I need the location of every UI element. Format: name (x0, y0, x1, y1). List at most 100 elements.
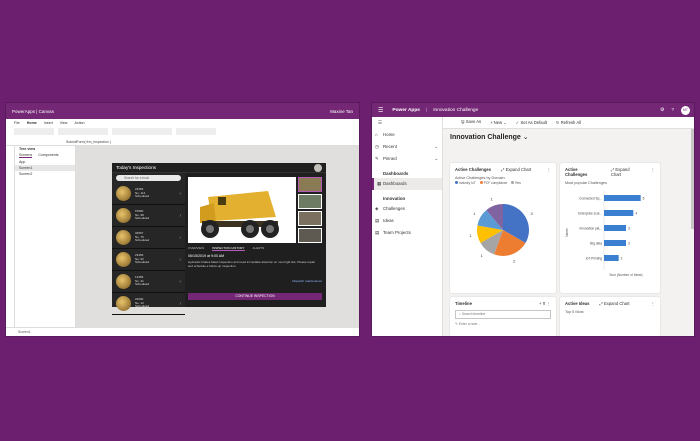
list-item-line2: Scheduled (135, 260, 150, 265)
studio-user[interactable]: Maxine Tan (330, 109, 353, 114)
note-input[interactable]: ✎ Enter a note... (455, 322, 551, 326)
more-icon[interactable]: ⋮ (547, 167, 551, 172)
expand-label: Expand Chart (603, 301, 630, 306)
card-active-challenges-pie: Active Challenges ⤢ Expand Chart ⋮ Activ… (450, 163, 556, 293)
thumbnail[interactable] (298, 177, 322, 192)
bar[interactable] (604, 255, 619, 261)
bar[interactable] (604, 240, 626, 246)
ribbon-group[interactable] (176, 128, 216, 135)
avatar[interactable]: MT (681, 105, 690, 115)
new-button[interactable]: + New ⌄ (490, 120, 507, 125)
tab-components[interactable]: Components (38, 153, 58, 158)
list-item-line2: Scheduled (135, 238, 150, 243)
expand-chart-button[interactable]: ⤢ Expand Chart (501, 167, 531, 172)
nav-recent[interactable]: ◷ Recent ⌄ (372, 141, 442, 153)
hamburger-icon[interactable]: ☰ (372, 117, 442, 129)
card-title: Active Challenges (455, 167, 492, 172)
list-item[interactable]: 23456 No. 114 Scheduled › (112, 183, 185, 205)
list-item[interactable]: 23456 No. 52 Scheduled › (112, 249, 185, 271)
legend-item[interactable]: Res (511, 181, 521, 185)
more-icon[interactable]: ⋮ (651, 167, 655, 177)
refresh-all-button[interactable]: ↻ Refresh All (556, 120, 581, 125)
studio-titlebar: PowerApps | Canvas Maxine Tan (6, 103, 359, 119)
bar-category-label: Innovation pla... (579, 227, 602, 231)
save-as-button[interactable]: 🖫 Save As (461, 119, 481, 126)
more-icon[interactable]: ⋮ (651, 301, 655, 306)
waffle-icon[interactable]: ☰ (378, 107, 383, 114)
list-item[interactable]: 34567 No. 76 Scheduled › (112, 227, 185, 249)
thumbnail-strip (298, 177, 322, 245)
scrollbar[interactable] (691, 129, 694, 229)
search-input[interactable]: Search for a truck (116, 175, 181, 181)
ribbon-group[interactable] (14, 128, 54, 135)
header-icons: ⚙ ? MT (660, 105, 690, 115)
inspection-datetime: 06/15/2019 at 9:00 AM (188, 254, 225, 258)
bar[interactable] (604, 225, 626, 231)
card-header: Active Ideas ⤢ Expand Chart ⋮ (560, 297, 660, 310)
sitemap-nav: ☰ ⌂ Home ◷ Recent ⌄ ✎ Pinned ⌄ Dashboards ▦ Da… (372, 117, 443, 336)
expand-chart-button[interactable]: ⤢ Expand Chart (611, 167, 641, 177)
md-titlebar: ☰ Power Apps | Innovation Challenge ⚙ ? … (372, 103, 694, 117)
nav-home[interactable]: ⌂ Home (372, 129, 442, 141)
tree-item-screen2[interactable]: Screen2 (15, 171, 75, 177)
nav-challenges[interactable]: ◈ Challenges (372, 203, 442, 215)
nav-pinned[interactable]: ✎ Pinned ⌄ (372, 153, 442, 165)
nav-team-projects[interactable]: ▤ Team Projects (372, 227, 442, 239)
help-icon[interactable]: ? (671, 108, 674, 113)
app-name: Innovation Challenge (433, 107, 479, 113)
chevron-right-icon: › (179, 190, 181, 197)
list-item-text: 23456 No. 52 Scheduled (135, 253, 150, 265)
menu-insert[interactable]: Insert (44, 121, 53, 125)
nav-dashboards[interactable]: ▦ Dashboards (372, 178, 442, 190)
add-icon[interactable]: + ⊽ ⋮ (539, 301, 551, 306)
search-placeholder: Search timeline (461, 312, 486, 316)
thumbnail[interactable] (298, 194, 322, 209)
bar-category-label: Big data (590, 242, 602, 246)
list-item-text: 24690 No. 12 Scheduled (135, 297, 149, 309)
bar[interactable] (604, 210, 634, 216)
menu-file[interactable]: File (14, 121, 20, 125)
settings-icon[interactable]: ⚙ (660, 108, 664, 113)
card-header: Active Challenges ⤢ Expand Chart ⋮ (450, 163, 556, 176)
tab-inspection-history[interactable]: INSPECTION HISTORY (212, 246, 245, 251)
expand-chart-button[interactable]: ⤢ Expand Chart (599, 301, 629, 306)
tab-alerts[interactable]: ALERTS (253, 246, 265, 251)
nav-ideas[interactable]: ▤ Ideas (372, 215, 442, 227)
pin-icon: ✎ (375, 156, 379, 161)
card-title: Timeline (455, 301, 472, 306)
set-default-button[interactable]: ✓ Set As Default (516, 120, 547, 125)
list-item[interactable]: 24690 No. 12 Scheduled › (112, 293, 185, 315)
ribbon-group[interactable] (112, 128, 172, 135)
dashboard-title[interactable]: Innovation Challenge ⌄ (450, 133, 529, 141)
status-screen: Screen1 (18, 330, 31, 334)
tab-overview[interactable]: OVERVIEW (188, 246, 204, 251)
dispatch-link[interactable]: Dispatch maintenance (292, 279, 322, 283)
bar[interactable] (604, 195, 641, 201)
save-as-label: Save As (465, 119, 482, 124)
legend-item[interactable]: Industry IoT (455, 181, 476, 185)
avatar[interactable] (314, 164, 322, 172)
truck-thumbnail (116, 230, 131, 245)
list-item[interactable]: 67890 No. 98 Scheduled › (112, 205, 185, 227)
timeline-search-input[interactable]: ⌕ Search timeline (455, 310, 551, 319)
menu-action[interactable]: Action (75, 121, 85, 125)
list-item[interactable]: 13456 No. 31 Scheduled › (112, 271, 185, 293)
continue-inspection-button[interactable]: CONTINUE INSPECTION (188, 293, 322, 300)
menu-view[interactable]: View (60, 121, 68, 125)
studio-title: PowerApps | Canvas (12, 108, 54, 114)
thumbnail[interactable] (298, 211, 322, 226)
app-header-title: Today's Inspections (116, 165, 156, 170)
menu-home[interactable]: Home (27, 121, 37, 125)
list-item-text: 13456 No. 31 Scheduled (135, 275, 149, 287)
bar-value-label: 4 (635, 212, 637, 216)
thumbnail[interactable] (298, 228, 322, 243)
nav-pinned-label: Pinned (383, 156, 397, 161)
formula-bar[interactable]: SubmitForm( frm_Inspection ) (6, 139, 359, 146)
set-default-label: Set As Default (520, 120, 548, 125)
card-timeline: Timeline + ⊽ ⋮ ⌕ Search timeline ✎ Enter… (450, 297, 556, 336)
status-bar: Screen1 (6, 327, 359, 336)
tab-screens[interactable]: Screens (19, 153, 33, 158)
x-axis-label: Sum (Number of Ideas) (609, 273, 642, 277)
legend-item[interactable]: PCF compliance (480, 181, 507, 185)
ribbon-group[interactable] (58, 128, 108, 135)
